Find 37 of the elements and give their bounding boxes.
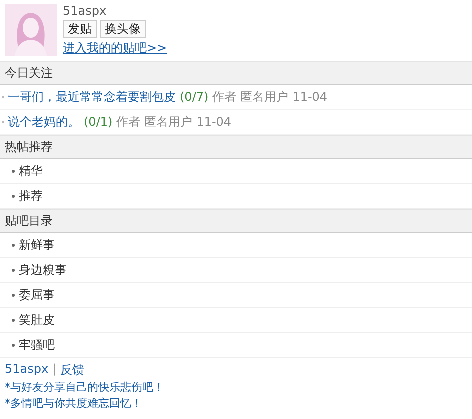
- footer-text: *多情吧与你共度难忘回忆！: [5, 396, 144, 411]
- section-header: 今日关注: [0, 61, 472, 85]
- footer-text: *与好友分享自己的快乐悲伤吧！: [5, 380, 166, 395]
- reply-count: (0/7): [180, 90, 209, 104]
- post-link[interactable]: 一哥们，最近常常念着要割包皮: [8, 88, 176, 106]
- author-label: 作者: [116, 114, 141, 130]
- category-link[interactable]: 身边糗事: [19, 262, 67, 278]
- author-name: 匿名用户: [240, 88, 289, 106]
- my-forum-link[interactable]: 进入我的的贴吧>>: [63, 40, 168, 57]
- post-link[interactable]: 说个老妈的。: [8, 114, 80, 130]
- footer-link[interactable]: 反馈: [60, 362, 85, 379]
- section-header: 热帖推荐: [0, 135, 472, 159]
- bullet-icon: [12, 268, 15, 272]
- bullet-icon: [12, 294, 15, 296]
- post-date: 11-04: [292, 90, 328, 104]
- category-link[interactable]: 精华: [19, 162, 43, 180]
- category-link[interactable]: 推荐: [19, 188, 43, 204]
- category-link[interactable]: 笑肚皮: [19, 312, 55, 328]
- bullet-icon: [12, 318, 15, 322]
- separator: |: [52, 362, 57, 378]
- author-label: 作者: [212, 88, 237, 106]
- section-header: 贴吧目录: [0, 209, 472, 233]
- bullet-icon: [12, 344, 15, 346]
- bullet-icon: [12, 194, 15, 198]
- avatar: [5, 4, 57, 56]
- footer-link[interactable]: 51aspx: [5, 362, 49, 379]
- category-link[interactable]: 牢骚吧: [19, 336, 55, 354]
- bullet-icon: [12, 244, 15, 246]
- post-date: 11-04: [196, 115, 232, 129]
- category-link[interactable]: 委屈事: [19, 286, 55, 304]
- reply-count: (0/1): [84, 115, 113, 129]
- author-name: 匿名用户: [144, 114, 193, 130]
- action-button[interactable]: 发贴: [63, 20, 97, 38]
- username: 51aspx: [63, 4, 108, 18]
- action-button[interactable]: 换头像: [100, 20, 146, 38]
- bullet-icon: [12, 170, 15, 172]
- category-link[interactable]: 新鲜事: [19, 236, 55, 254]
